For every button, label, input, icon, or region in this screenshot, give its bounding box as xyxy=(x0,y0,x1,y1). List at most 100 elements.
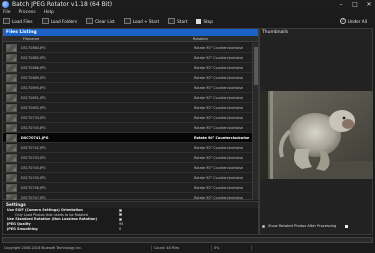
scrollbar-thumb[interactable] xyxy=(254,47,258,85)
table-row[interactable]: DSC70744.JPG Rotate 90° Counterclockwise xyxy=(3,123,253,133)
stop-button[interactable]: Stop xyxy=(196,18,213,24)
show-rotated-checkbox[interactable] xyxy=(262,224,265,228)
thumbnails-panel: Thumbnails Show Rotated Photos After Pro… xyxy=(259,28,373,235)
load-folders-label: Load Folders xyxy=(50,18,78,24)
table-row[interactable]: DSC70892.JPG Rotate 90° Counterclockwise xyxy=(3,103,253,113)
setting-only-load-checkbox[interactable] xyxy=(119,213,122,217)
row-filename: DSC70746.JPG xyxy=(21,185,46,190)
minimize-icon[interactable]: – xyxy=(337,1,345,9)
table-row[interactable]: DSC70891.JPG Rotate 90° Counterclockwise xyxy=(3,93,253,103)
row-rotation[interactable]: Rotate 90° Counterclockwise xyxy=(191,176,253,180)
row-thumbnail xyxy=(6,163,17,172)
row-thumbnail xyxy=(6,123,17,132)
settings-panel: Settings Use EXIF (Camera Settings) Orie… xyxy=(2,201,259,235)
start-label: Start xyxy=(177,18,188,24)
start-button[interactable]: Start xyxy=(168,18,187,24)
monkey-photo-icon xyxy=(260,91,373,179)
status-bar: Copyright 2006-2018 Bluesoft Technology … xyxy=(0,236,375,253)
title-bar: Batch JPEG Rotator v1.18 (64 Bit) – □ ✕ xyxy=(0,0,375,9)
table-row[interactable]: DSC70742.JPG Rotate 90° Counterclockwise xyxy=(3,143,253,153)
row-filename: DSC70743.JPG xyxy=(21,155,46,160)
setting-exif-checkbox[interactable] xyxy=(119,208,122,212)
close-icon[interactable]: ✕ xyxy=(365,1,373,9)
table-row[interactable]: DSC70885.JPG Rotate 90° Counterclockwise xyxy=(3,53,253,63)
row-rotation[interactable]: Rotate 90° Counterclockwise xyxy=(191,126,253,130)
menu-help[interactable]: Help xyxy=(44,10,54,15)
row-filename: DSC70744.JPG xyxy=(21,165,46,170)
row-filename: DSC70747.JPG xyxy=(21,195,46,200)
menu-process[interactable]: Process xyxy=(19,10,36,15)
load-start-label: Load + Start xyxy=(132,18,160,24)
clear-list-button[interactable]: Clear List xyxy=(86,18,115,24)
table-row[interactable]: DSC70747.JPG Rotate 90° Counterclockwise xyxy=(3,193,253,200)
row-filename: DSC70742.JPG xyxy=(21,145,46,150)
column-rotation[interactable]: Rotation xyxy=(191,36,253,41)
row-filename: DSC70733.JPG xyxy=(21,115,46,120)
files-listing-panel: Files Listing Filename Rotation DSC70884… xyxy=(2,28,259,200)
row-rotation[interactable]: Rotate 90° Counterclockwise xyxy=(191,146,253,150)
row-rotation[interactable]: Rotate 90° Counterclockwise xyxy=(191,66,253,70)
table-row[interactable]: DSC70741.JPG Rotate 90° Counterclockwise xyxy=(3,133,253,143)
menu-file[interactable]: File xyxy=(3,10,11,15)
row-filename: DSC70886.JPG xyxy=(21,65,46,70)
setting-jpeg-smoothing-label: JPEG Smoothing xyxy=(7,226,38,231)
jpeg-smoothing-value[interactable]: 0 xyxy=(119,227,121,231)
row-thumbnail xyxy=(6,43,17,52)
file-icon xyxy=(3,18,10,24)
row-rotation[interactable]: Rotate 90° Counterclockwise xyxy=(191,196,253,200)
table-header: Filename Rotation xyxy=(3,36,258,42)
maximize-icon[interactable]: □ xyxy=(351,1,359,9)
row-thumbnail xyxy=(6,93,17,102)
row-thumbnail xyxy=(6,173,17,182)
table-row[interactable]: DSC70745.JPG Rotate 90° Counterclockwise xyxy=(3,173,253,183)
stop-icon xyxy=(196,18,202,24)
column-filename[interactable]: Filename xyxy=(3,36,191,41)
row-thumbnail xyxy=(6,113,17,122)
row-rotation[interactable]: Rotate 90° Counterclockwise xyxy=(191,86,253,90)
window-title: Batch JPEG Rotator v1.18 (64 Bit) xyxy=(12,1,113,8)
load-files-button[interactable]: Load Files xyxy=(3,18,33,24)
row-rotation[interactable]: Rotate 90° Counterclockwise xyxy=(191,96,253,100)
row-rotation[interactable]: Rotate 90° Counterclockwise xyxy=(191,156,253,160)
status-copyright: Copyright 2006-2018 Bluesoft Technology … xyxy=(2,245,152,251)
table-row[interactable]: DSC70733.JPG Rotate 90° Counterclockwise xyxy=(3,113,253,123)
row-thumbnail xyxy=(6,153,17,162)
setting-standard-rotation-checkbox[interactable] xyxy=(119,217,122,221)
row-rotation[interactable]: Rotate 90° Counterclockwise xyxy=(191,106,253,110)
row-rotation[interactable]: Rotate 90° Counterclockwise xyxy=(191,56,253,60)
load-start-button[interactable]: Load + Start xyxy=(123,18,160,24)
show-rotated-toggle[interactable] xyxy=(345,225,348,228)
file-list-scrollbar[interactable] xyxy=(252,43,258,200)
app-icon xyxy=(2,1,9,8)
load-files-label: Load Files xyxy=(12,18,33,24)
table-row[interactable]: DSC70743.JPG Rotate 90° Counterclockwise xyxy=(3,153,253,163)
table-row[interactable]: DSC70746.JPG Rotate 90° Counterclockwise xyxy=(3,183,253,193)
load-start-icon xyxy=(123,18,131,24)
status-count: Count: 48 Files xyxy=(152,245,212,251)
help-button[interactable]: ? Under All xyxy=(339,18,367,24)
window-controls: – □ ✕ xyxy=(337,0,373,9)
help-label: Under All xyxy=(347,18,367,24)
row-rotation[interactable]: Rotate 90° Counterclockwise xyxy=(191,116,253,120)
table-row[interactable]: DSC70889.JPG Rotate 90° Counterclockwise xyxy=(3,73,253,83)
row-rotation[interactable]: Rotate 90° Counterclockwise xyxy=(191,76,253,80)
row-rotation[interactable]: Rotate 90° Counterclockwise xyxy=(191,136,253,140)
row-thumbnail xyxy=(6,83,17,92)
row-rotation[interactable]: Rotate 90° Counterclockwise xyxy=(191,186,253,190)
menu-bar: File Process Help xyxy=(0,9,375,16)
thumbnails-title: Thumbnails xyxy=(260,29,372,36)
row-thumbnail xyxy=(6,63,17,72)
table-row[interactable]: DSC70744.JPG Rotate 90° Counterclockwise xyxy=(3,163,253,173)
row-rotation[interactable]: Rotate 90° Counterclockwise xyxy=(191,46,253,50)
progress-bar xyxy=(2,237,373,243)
table-row[interactable]: DSC70886.JPG Rotate 90° Counterclockwise xyxy=(3,63,253,73)
row-filename: DSC70885.JPG xyxy=(21,55,46,60)
thumbnail-preview-image xyxy=(260,91,373,179)
row-rotation[interactable]: Rotate 90° Counterclockwise xyxy=(191,166,253,170)
load-folders-button[interactable]: Load Folders xyxy=(41,18,78,24)
table-row[interactable]: DSC70890.JPG Rotate 90° Counterclockwise xyxy=(3,83,253,93)
table-row[interactable]: DSC70884.JPG Rotate 90° Counterclockwise xyxy=(3,43,253,53)
stop-label: Stop xyxy=(203,18,213,24)
row-filename: DSC70889.JPG xyxy=(21,75,46,80)
status-percent: 0% xyxy=(212,245,252,251)
